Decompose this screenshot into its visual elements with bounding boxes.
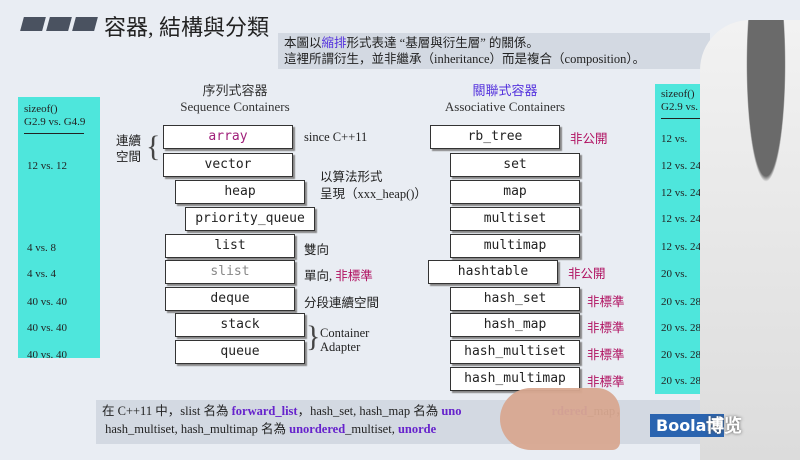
sizeof-value: 12 vs. 24 (661, 160, 702, 172)
sizeof-value: 12 vs. 24 (661, 213, 702, 225)
sizeof-value: 20 vs. 28 (661, 322, 702, 334)
sizeof-header: sizeof() (24, 103, 58, 115)
note-box: 本圖以縮排形式表達 “基層與衍生層” 的關係。這裡所謂衍生，並非繼承（inher… (278, 33, 710, 69)
bottom-text: _multiset, (345, 422, 398, 436)
bottom-text: ，hash_set, hash_map 名為 (297, 404, 442, 418)
adapter-label: Container Adapter (320, 326, 370, 354)
sizeof-left-panel: sizeof() G2.9 vs. G4.9 12 vs. 12 4 vs. 8 4… (18, 97, 100, 361)
sizeof-value: 12 vs. 24 (661, 187, 702, 199)
deque-note: 分段連續空間 (304, 296, 380, 310)
nonstandard-label: 非標準 (335, 269, 373, 283)
nonstandard-label: 非標準 (587, 348, 625, 362)
bottom-text: 在 C++11 中，slist 名為 (102, 404, 232, 418)
sizeof-value: 4 vs. 4 (27, 268, 57, 280)
brace-icon: } (306, 320, 321, 353)
divider (661, 118, 701, 119)
heap-note: 呈現（xxx_heap()） (320, 187, 427, 201)
presenter-hand (500, 388, 620, 450)
sequence-title-zh: 序列式容器 (202, 83, 268, 98)
title-bar-decoration (46, 17, 72, 31)
container-box-map: map (450, 180, 580, 204)
sizeof-value: 12 vs. 24 (661, 241, 702, 253)
bottom-keyword: unorde (397, 422, 437, 436)
sequence-header: 序列式容器 Sequence Containers (160, 83, 310, 115)
container-box-priority-queue: priority_queue (185, 207, 315, 231)
container-box-hashtable: hashtable (428, 260, 558, 284)
sizeof-value: 40 vs. 40 (27, 296, 68, 308)
sizeof-value: 40 vs. 40 (27, 322, 68, 334)
private-label: 非公開 (568, 267, 606, 281)
container-box-slist: slist (165, 260, 295, 284)
container-box-vector: vector (163, 153, 293, 177)
associative-title-zh: 關聯式容器 (472, 83, 538, 98)
bottom-text: hash_multiset, hash_multimap 名為 (105, 422, 290, 436)
associative-title-en: Associative Containers (444, 99, 566, 114)
sizeof-value: 12 vs. (661, 133, 688, 145)
contiguous-label: 連續 空間 (116, 134, 142, 164)
sizeof-value: 20 vs. 28 (661, 296, 702, 308)
note-text: 本圖以 (284, 36, 322, 50)
since-cpp11-label: since C++11 (304, 130, 368, 144)
sequence-title-en: Sequence Containers (180, 99, 290, 114)
bottom-keyword: forward_list (231, 404, 298, 418)
container-box-deque: deque (165, 287, 295, 311)
brace-icon: { (146, 130, 161, 163)
container-box-hash-set: hash_set (450, 287, 580, 311)
title-bar-decoration (72, 17, 98, 31)
bottom-keyword: uno (441, 404, 462, 418)
slist-note: 單向, (304, 269, 336, 283)
container-box-set: set (450, 153, 580, 177)
nonstandard-label: 非標準 (587, 295, 625, 309)
container-box-hash-map: hash_map (450, 313, 580, 337)
sizeof-value: 40 vs. 40 (27, 349, 68, 361)
sizeof-value: 20 vs. 28 (661, 349, 702, 361)
list-note: 雙向 (304, 243, 330, 257)
nonstandard-label: 非標準 (587, 321, 625, 335)
boolan-logo-zh: 博览 (706, 416, 742, 436)
note-highlight: 縮排 (321, 36, 347, 50)
associative-header: 關聯式容器 Associative Containers (420, 83, 590, 115)
container-box-array: array (163, 125, 293, 149)
sizeof-value: 12 vs. 12 (27, 160, 68, 172)
container-box-queue: queue (175, 340, 305, 364)
note-text: 形式表達 “基層與衍生層” 的關係。 (346, 36, 539, 50)
container-box-stack: stack (175, 313, 305, 337)
bottom-keyword: unordered (289, 422, 346, 436)
sizeof-value: 4 vs. 8 (27, 242, 57, 254)
sizeof-header: sizeof() (661, 88, 695, 100)
sizeof-value: 20 vs. (661, 268, 688, 280)
sizeof-header: G2.9 vs. G4.9 (24, 116, 86, 128)
sizeof-value: 20 vs. 28 (661, 375, 702, 387)
divider (24, 133, 84, 134)
title-bar-decoration (20, 17, 46, 31)
container-box-rb-tree: rb_tree (430, 125, 560, 149)
container-box-multiset: multiset (450, 207, 580, 231)
slide-title: 容器, 結構與分類 (104, 15, 270, 40)
presenter (700, 20, 800, 460)
private-label: 非公開 (570, 132, 608, 146)
container-box-hash-multiset: hash_multiset (450, 340, 580, 364)
container-box-list: list (165, 234, 295, 258)
container-box-heap: heap (175, 180, 305, 204)
note-text: 這裡所謂衍生，並非繼承（inheritance）而是複合（composition… (284, 52, 646, 66)
container-box-multimap: multimap (450, 234, 580, 258)
